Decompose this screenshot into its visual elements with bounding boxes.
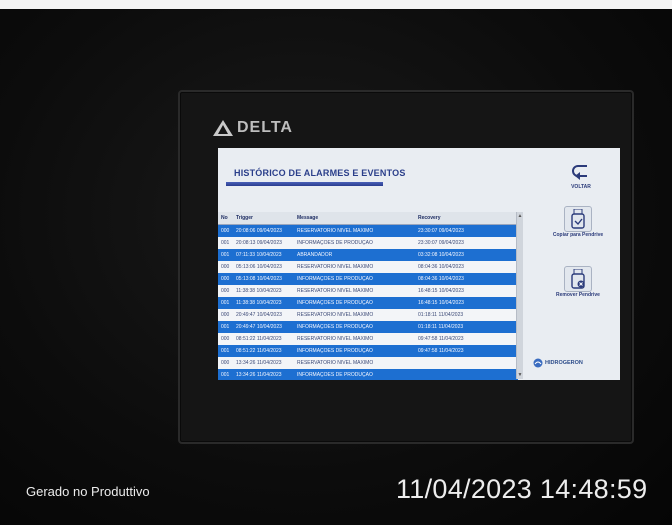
cell-no: 000 — [221, 312, 230, 318]
header-message: Message — [297, 215, 319, 221]
cell-trigger: 08:51:22 11/04/2023 — [236, 348, 282, 354]
cell-message: INFORMAÇÕES DE PRODUÇÃO — [297, 276, 373, 282]
copy-label: Copiar para Pendrive — [552, 232, 604, 238]
title-underline — [226, 182, 383, 186]
cell-no: 000 — [221, 288, 230, 294]
remove-pendrive-button[interactable]: Remover Pendrive — [548, 266, 608, 298]
cell-message: INFORMAÇÕES DE PRODUÇÃO — [297, 240, 373, 246]
cell-recovery: 01:18:11 11/04/2023 — [418, 312, 464, 318]
scroll-down-icon[interactable]: ▼ — [517, 371, 523, 379]
hmi-screen: HISTÓRICO DE ALARMES E EVENTOS No Trigge… — [218, 148, 620, 380]
cell-no: 000 — [221, 276, 230, 282]
drop-logo-icon — [533, 358, 543, 368]
cell-no: 001 — [221, 348, 230, 354]
table-row[interactable]: 000 13:34:26 11/04/2023 RESERVATÓRIO NÍVEL… — [218, 357, 518, 369]
cell-message: INFORMAÇÕES DE PRODUÇÃO — [297, 348, 373, 354]
cell-message: RESERVATÓRIO NÍVEL MÁXIMO — [297, 312, 374, 318]
cell-no: 000 — [221, 264, 230, 270]
back-arrow-icon — [572, 165, 587, 180]
device-logo: DELTA — [213, 119, 293, 137]
table-row[interactable]: 000 08:51:22 11/04/2023 RESERVATÓRIO NÍVEL… — [218, 333, 518, 345]
cell-trigger: 11:38:38 10/04/2023 — [236, 300, 282, 306]
table-row[interactable]: 001 11:38:38 10/04/2023 INFORMAÇÕES DE PRO… — [218, 297, 518, 309]
table-row[interactable]: 001 07:11:33 10/04/2023 ABRANDADOR 03:32:08… — [218, 249, 518, 261]
cell-trigger: 20:49:47 10/04/2023 — [236, 312, 282, 318]
table-row[interactable]: 001 20:49:47 10/04/2023 INFORMAÇÕES DE PRO… — [218, 321, 518, 333]
cell-trigger: 08:51:22 11/04/2023 — [236, 336, 282, 342]
table-row[interactable]: 000 20:49:47 10/04/2023 RESERVATÓRIO NÍVEL… — [218, 309, 518, 321]
cell-recovery: 16:48:15 10/04/2023 — [418, 288, 464, 294]
cell-trigger: 05:13:08 10/04/2023 — [236, 276, 282, 282]
back-label: VOLTAR — [571, 184, 591, 190]
cell-trigger: 20:08:06 09/04/2023 — [236, 228, 282, 234]
table-row[interactable]: 000 20:08:06 09/04/2023 RESERVATÓRIO NÍVEL… — [218, 225, 518, 237]
cell-message: RESERVATÓRIO NÍVEL MÁXIMO — [297, 228, 374, 234]
screen-title: HISTÓRICO DE ALARMES E EVENTOS — [234, 168, 406, 178]
table-row[interactable]: 000 05:13:08 10/04/2023 INFORMAÇÕES DE PRO… — [218, 273, 518, 285]
cell-message: ABRANDADOR — [297, 252, 333, 258]
company-name: HIDROGERON — [545, 360, 583, 366]
header-no: No — [221, 215, 228, 221]
table-row[interactable]: 000 05:13:06 10/04/2023 RESERVATÓRIO NÍVEL… — [218, 261, 518, 273]
cell-no: 001 — [221, 300, 230, 306]
cell-recovery: 23:30:07 09/04/2023 — [418, 228, 464, 234]
usb-remove-icon — [571, 269, 585, 289]
cell-recovery: 03:32:08 10/04/2023 — [418, 252, 464, 258]
cell-no: 001 — [221, 372, 230, 378]
cell-no: 000 — [221, 336, 230, 342]
cell-no: 000 — [221, 360, 230, 366]
usb-copy-icon — [571, 209, 585, 229]
header-recovery: Recovery — [418, 215, 441, 221]
table-row[interactable]: 001 08:51:22 11/04/2023 INFORMAÇÕES DE PRO… — [218, 345, 518, 357]
cell-message: RESERVATÓRIO NÍVEL MÁXIMO — [297, 288, 374, 294]
company-logo: HIDROGERON — [533, 358, 583, 368]
remove-label: Remover Pendrive — [556, 292, 600, 298]
cell-trigger: 20:49:47 10/04/2023 — [236, 324, 282, 330]
caption-timestamp: 11/04/2023 14:48:59 — [396, 474, 648, 504]
cell-message: RESERVATÓRIO NÍVEL MÁXIMO — [297, 360, 374, 366]
table-row[interactable]: 001 20:08:13 09/04/2023 INFORMAÇÕES DE PRO… — [218, 237, 518, 249]
table-row[interactable]: 000 11:38:38 10/04/2023 RESERVATÓRIO NÍVEL… — [218, 285, 518, 297]
header-trigger: Trigger — [236, 215, 253, 221]
cell-recovery: 16:48:15 10/04/2023 — [418, 300, 464, 306]
cell-message: INFORMAÇÕES DE PRODUÇÃO — [297, 372, 373, 378]
device-brand: DELTA — [237, 119, 293, 136]
cell-trigger: 11:38:38 10/04/2023 — [236, 288, 282, 294]
table-header: No Trigger Message Recovery — [218, 212, 518, 225]
cell-no: 001 — [221, 240, 230, 246]
scroll-up-icon[interactable]: ▲ — [517, 212, 523, 220]
cell-recovery: 08:04:36 10/04/2023 — [418, 264, 464, 270]
alarm-table: No Trigger Message Recovery 000 20:08:06 … — [218, 212, 518, 380]
cell-recovery: 09:47:58 11/04/2023 — [418, 336, 464, 342]
cell-message: INFORMAÇÕES DE PRODUÇÃO — [297, 324, 373, 330]
back-button[interactable]: VOLTAR — [556, 160, 606, 190]
delta-logo-icon — [213, 120, 233, 136]
cell-no: 000 — [221, 228, 230, 234]
cell-message: RESERVATÓRIO NÍVEL MÁXIMO — [297, 264, 374, 270]
cell-trigger: 13:34:26 11/04/2023 — [236, 372, 282, 378]
cell-trigger: 05:13:06 10/04/2023 — [236, 264, 282, 270]
copy-to-pendrive-button[interactable]: Copiar para Pendrive — [548, 206, 608, 238]
cell-trigger: 13:34:26 11/04/2023 — [236, 360, 282, 366]
cell-no: 001 — [221, 252, 230, 258]
cell-trigger: 20:08:13 09/04/2023 — [236, 240, 282, 246]
caption-generator: Gerado no Produttivo — [26, 484, 150, 499]
cell-trigger: 07:11:33 10/04/2023 — [236, 252, 282, 258]
table-scrollbar[interactable]: ▲ ▼ — [516, 212, 523, 379]
cell-recovery: 09:47:58 11/04/2023 — [418, 348, 464, 354]
cell-recovery: 23:30:07 09/04/2023 — [418, 240, 464, 246]
cell-message: INFORMAÇÕES DE PRODUÇÃO — [297, 300, 373, 306]
cell-recovery: 01:18:11 11/04/2023 — [418, 324, 464, 330]
table-row[interactable]: 001 13:34:26 11/04/2023 INFORMAÇÕES DE PRO… — [218, 369, 518, 380]
cell-message: RESERVATÓRIO NÍVEL MÁXIMO — [297, 336, 374, 342]
top-strip — [0, 0, 672, 9]
cell-no: 001 — [221, 324, 230, 330]
cell-recovery: 08:04:36 10/04/2023 — [418, 276, 464, 282]
